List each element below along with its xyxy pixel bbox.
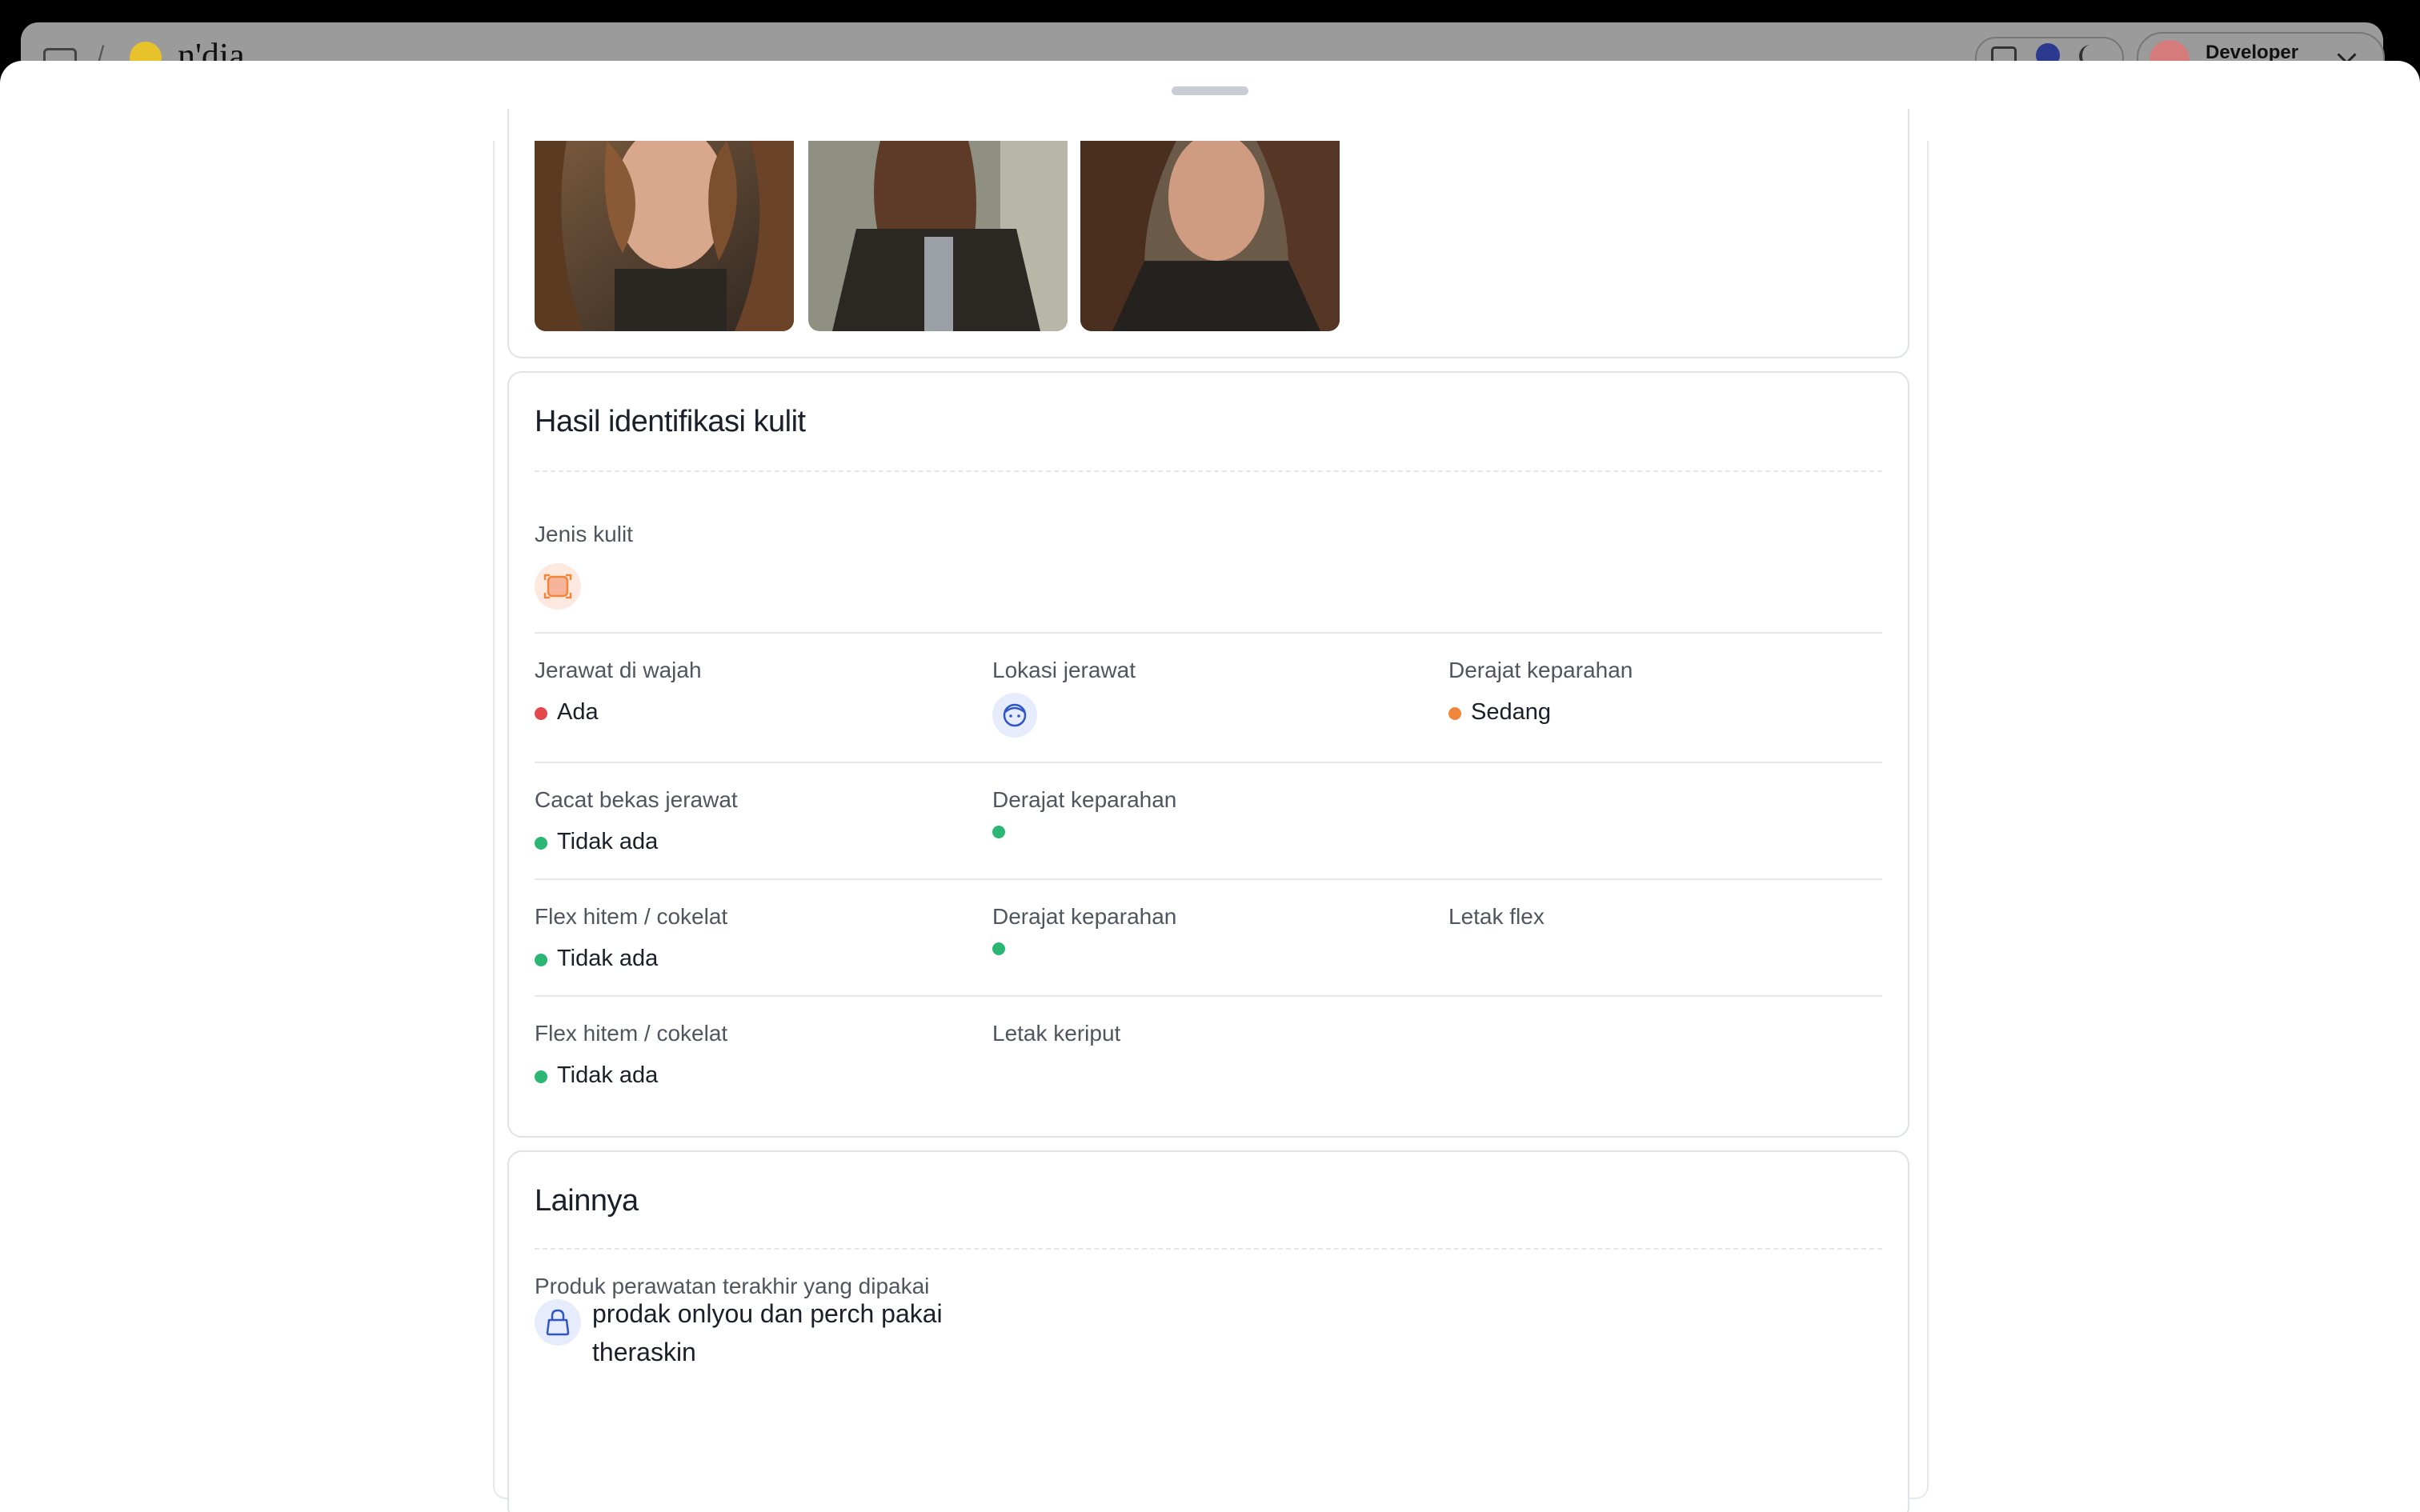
section-title: Lainnya: [535, 1184, 639, 1218]
wrinkle-label: Flex hitem / cokelat: [535, 1021, 728, 1046]
flex-value: Tidak ada: [557, 946, 659, 971]
status-dot-orange: [1448, 707, 1461, 720]
skin-identification-card: Hasil identifikasi kulit Jenis kulit Jer…: [507, 371, 1909, 1138]
scar-value: Tidak ada: [557, 829, 659, 854]
acne-value: Ada: [557, 699, 599, 725]
face-photo-front[interactable]: [535, 141, 794, 331]
face-photo-side[interactable]: [808, 141, 1068, 331]
face-photo-angle[interactable]: [1080, 141, 1340, 331]
shopping-bag-icon: [535, 1299, 581, 1346]
other-card: Lainnya Produk perawatan terakhir yang d…: [507, 1150, 1909, 1512]
status-dot-green: [535, 954, 547, 966]
wrinkle-value: Tidak ada: [557, 1062, 659, 1088]
section-title: Hasil identifikasi kulit: [535, 405, 806, 438]
acne-severity-value: Sedang: [1471, 699, 1551, 725]
flex-label: Flex hitem / cokelat: [535, 904, 728, 929]
status-dot-green: [535, 1070, 547, 1083]
divider: [535, 632, 1882, 634]
divider: [535, 762, 1882, 763]
status-dot-green: [535, 837, 547, 850]
divider: [535, 1248, 1882, 1250]
divider: [535, 995, 1882, 997]
face-icon[interactable]: [992, 693, 1037, 738]
acne-severity-label: Derajat keparahan: [1448, 658, 1633, 682]
product-value: prodak onlyou dan perch pakai theraskin: [592, 1299, 943, 1366]
acne-location-label: Lokasi jerawat: [992, 658, 1136, 682]
status-dot-green: [992, 942, 1005, 955]
scar-label: Cacat bekas jerawat: [535, 787, 738, 812]
flex-location-label: Letak flex: [1448, 904, 1545, 929]
status-dot-green: [992, 826, 1005, 838]
scar-severity-label: Derajat keparahan: [992, 787, 1177, 812]
acne-label: Jerawat di wajah: [535, 658, 702, 682]
wrinkle-location-label: Letak keriput: [992, 1021, 1121, 1046]
status-dot-red: [535, 707, 547, 720]
flex-severity-label: Derajat keparahan: [992, 904, 1177, 929]
drag-handle[interactable]: [1172, 86, 1248, 95]
skin-type-icon: [535, 563, 581, 610]
divider: [535, 470, 1882, 472]
divider: [535, 878, 1882, 880]
bottom-sheet: Hasil identifikasi kulit Jenis kulit Jer…: [0, 61, 2420, 1512]
skin-type-label: Jenis kulit: [535, 522, 633, 546]
